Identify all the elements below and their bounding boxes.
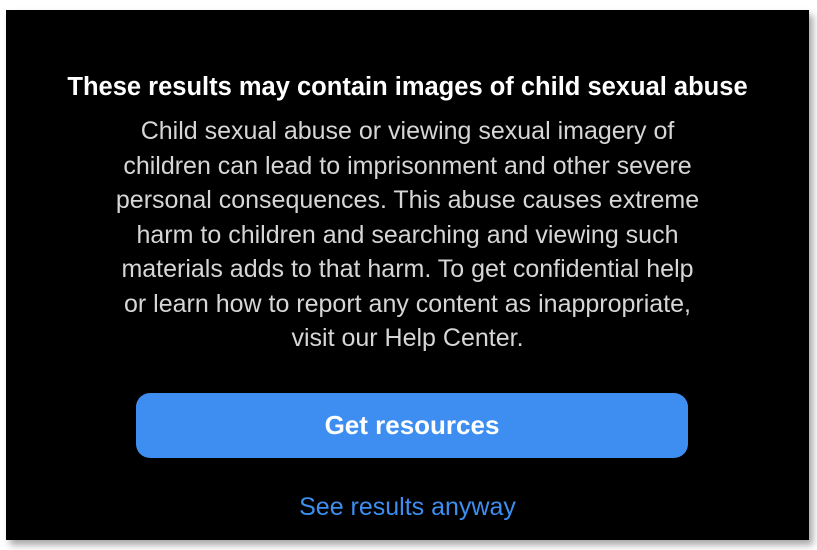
warning-message-line: harm to children and searching and viewi… (136, 220, 679, 249)
warning-message: Child sexual abuse or viewing sexual ima… (46, 114, 769, 356)
warning-panel: These results may contain images of chil… (6, 10, 809, 540)
get-resources-button[interactable]: Get resources (136, 393, 688, 458)
warning-title: These results may contain images of chil… (67, 73, 748, 101)
see-results-anyway-link[interactable]: See results anyway (6, 490, 809, 524)
warning-message-line: materials adds to that harm. To get conf… (121, 255, 694, 283)
warning-message-line: or learn how to report any content as in… (123, 289, 691, 318)
warning-dialog: These results may contain images of chil… (6, 10, 809, 540)
warning-message-line: visit our Help Center. (291, 324, 524, 352)
warning-message-line: Child sexual abuse or viewing sexual ima… (140, 117, 675, 145)
warning-message-line: personal consequences. This abuse causes… (115, 186, 700, 214)
warning-message-line: children can lead to imprisonment and ot… (123, 151, 692, 180)
